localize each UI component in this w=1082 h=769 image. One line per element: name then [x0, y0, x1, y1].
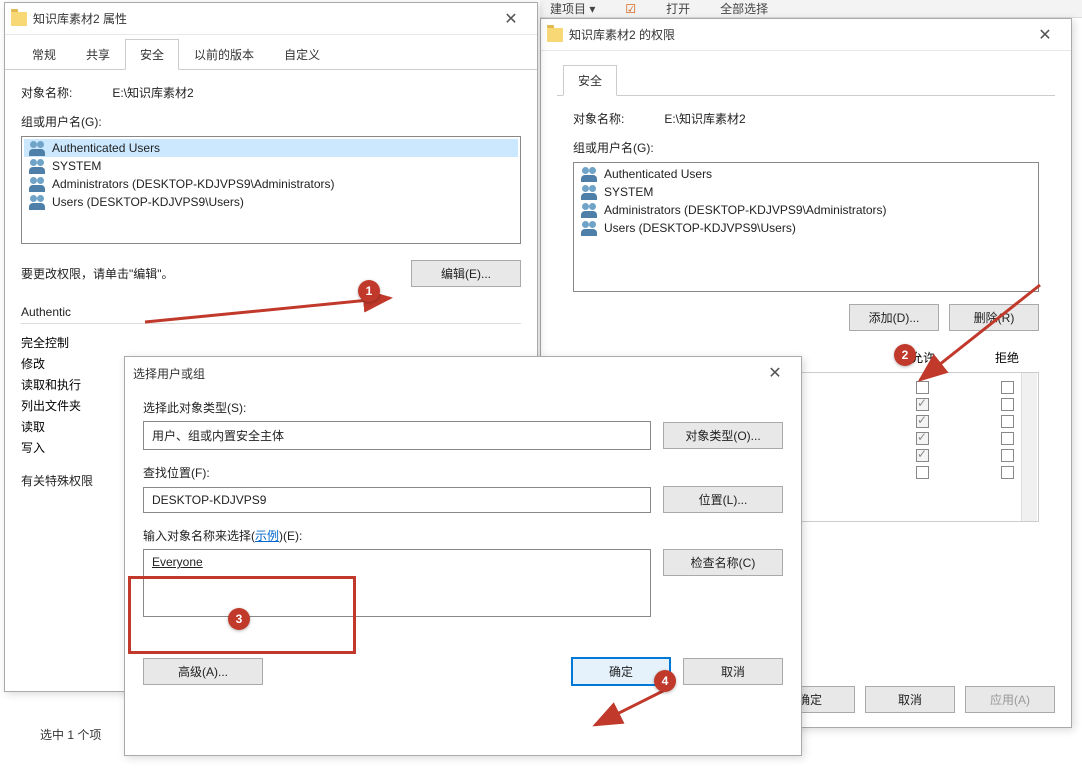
- group-users-label: 组或用户名(G):: [573, 139, 1039, 156]
- close-icon[interactable]: ✕: [491, 5, 531, 33]
- users-icon: [28, 159, 46, 173]
- deny-checkbox[interactable]: [1001, 466, 1014, 479]
- users-icon: [28, 177, 46, 191]
- user-listbox[interactable]: Authenticated Users SYSTEM Administrator…: [573, 162, 1039, 292]
- folder-icon: [547, 28, 563, 42]
- edit-hint: 要更改权限，请单击"编辑"。: [21, 265, 411, 282]
- add-button[interactable]: 添加(D)...: [849, 304, 939, 331]
- object-name-value: E:\知识库素材2: [112, 84, 193, 101]
- folder-icon: [11, 12, 27, 26]
- tab-previous[interactable]: 以前的版本: [179, 39, 269, 70]
- deny-header: 拒绝: [995, 349, 1019, 366]
- annotation-badge-4: 4: [654, 670, 676, 692]
- list-item[interactable]: Users (DESKTOP-KDJVPS9\Users): [24, 193, 518, 211]
- scrollbar-vertical[interactable]: [1021, 373, 1037, 521]
- perm-row: 完全控制: [21, 332, 521, 353]
- examples-link[interactable]: 示例: [255, 529, 279, 543]
- remove-button[interactable]: 删除(R): [949, 304, 1039, 331]
- allow-checkbox[interactable]: [916, 381, 929, 394]
- users-icon: [28, 195, 46, 209]
- locations-button[interactable]: 位置(L)...: [663, 486, 783, 513]
- annotation-badge-2: 2: [894, 344, 916, 366]
- deny-checkbox[interactable]: [1001, 381, 1014, 394]
- deny-checkbox[interactable]: [1001, 449, 1014, 462]
- users-icon: [580, 221, 598, 235]
- allow-checkbox[interactable]: [916, 449, 929, 462]
- enter-names-label: 输入对象名称来选择(示例)(E):: [143, 527, 783, 544]
- deny-checkbox[interactable]: [1001, 432, 1014, 445]
- permissions-for-label: Authentic: [21, 305, 521, 319]
- edit-button[interactable]: 编辑(E)...: [411, 260, 521, 287]
- annotation-badge-1: 1: [358, 280, 380, 302]
- select-users-dialog: 选择用户或组 ✕ 选择此对象类型(S): 用户、组或内置安全主体 对象类型(O)…: [124, 356, 802, 756]
- location-label: 查找位置(F):: [143, 464, 783, 481]
- title-bar: 知识库素材2 属性 ✕: [5, 3, 537, 35]
- object-type-value: 用户、组或内置安全主体: [143, 421, 651, 450]
- object-name-label: 对象名称:: [21, 84, 72, 101]
- title-bar: 选择用户或组 ✕: [125, 357, 801, 389]
- title-bar: 知识库素材2 的权限 ✕: [541, 19, 1071, 51]
- users-icon: [580, 167, 598, 181]
- list-item[interactable]: Authenticated Users: [24, 139, 518, 157]
- list-item[interactable]: Administrators (DESKTOP-KDJVPS9\Administ…: [24, 175, 518, 193]
- tabs: 常规 共享 安全 以前的版本 自定义: [5, 39, 537, 70]
- dialog-title: 选择用户或组: [133, 365, 755, 382]
- allow-checkbox[interactable]: [916, 466, 929, 479]
- tab-security[interactable]: 安全: [563, 65, 617, 96]
- dialog-title: 知识库素材2 属性: [33, 10, 491, 27]
- close-icon[interactable]: ✕: [1025, 21, 1065, 49]
- tab-general[interactable]: 常规: [17, 39, 71, 70]
- tab-custom[interactable]: 自定义: [269, 39, 335, 70]
- users-icon: [580, 185, 598, 199]
- deny-checkbox[interactable]: [1001, 398, 1014, 411]
- object-type-label: 选择此对象类型(S):: [143, 399, 783, 416]
- object-name-label: 对象名称:: [573, 110, 624, 127]
- object-name-value: E:\知识库素材2: [664, 110, 745, 127]
- tab-share[interactable]: 共享: [71, 39, 125, 70]
- location-value: DESKTOP-KDJVPS9: [143, 487, 651, 513]
- advanced-button[interactable]: 高级(A)...: [143, 658, 263, 685]
- apply-button[interactable]: 应用(A): [965, 686, 1055, 713]
- users-icon: [28, 141, 46, 155]
- annotation-badge-3: 3: [228, 608, 250, 630]
- status-selected: 选中 1 个项: [40, 726, 101, 743]
- cancel-button[interactable]: 取消: [865, 686, 955, 713]
- user-listbox[interactable]: Authenticated Users SYSTEM Administrator…: [21, 136, 521, 244]
- allow-checkbox[interactable]: [916, 398, 929, 411]
- check-names-button[interactable]: 检查名称(C): [663, 549, 783, 576]
- close-icon[interactable]: ✕: [755, 359, 795, 387]
- object-types-button[interactable]: 对象类型(O)...: [663, 422, 783, 449]
- ribbon-fragment: 建项目 ▾ ☑ 打开 全部选择: [540, 0, 1082, 18]
- allow-checkbox[interactable]: [916, 415, 929, 428]
- group-users-label: 组或用户名(G):: [21, 113, 521, 130]
- tab-security[interactable]: 安全: [125, 39, 179, 70]
- list-item[interactable]: SYSTEM: [24, 157, 518, 175]
- allow-checkbox[interactable]: [916, 432, 929, 445]
- tabs: 安全: [557, 65, 1055, 96]
- cancel-button[interactable]: 取消: [683, 658, 783, 685]
- dialog-title: 知识库素材2 的权限: [569, 26, 1025, 43]
- users-icon: [580, 203, 598, 217]
- deny-checkbox[interactable]: [1001, 415, 1014, 428]
